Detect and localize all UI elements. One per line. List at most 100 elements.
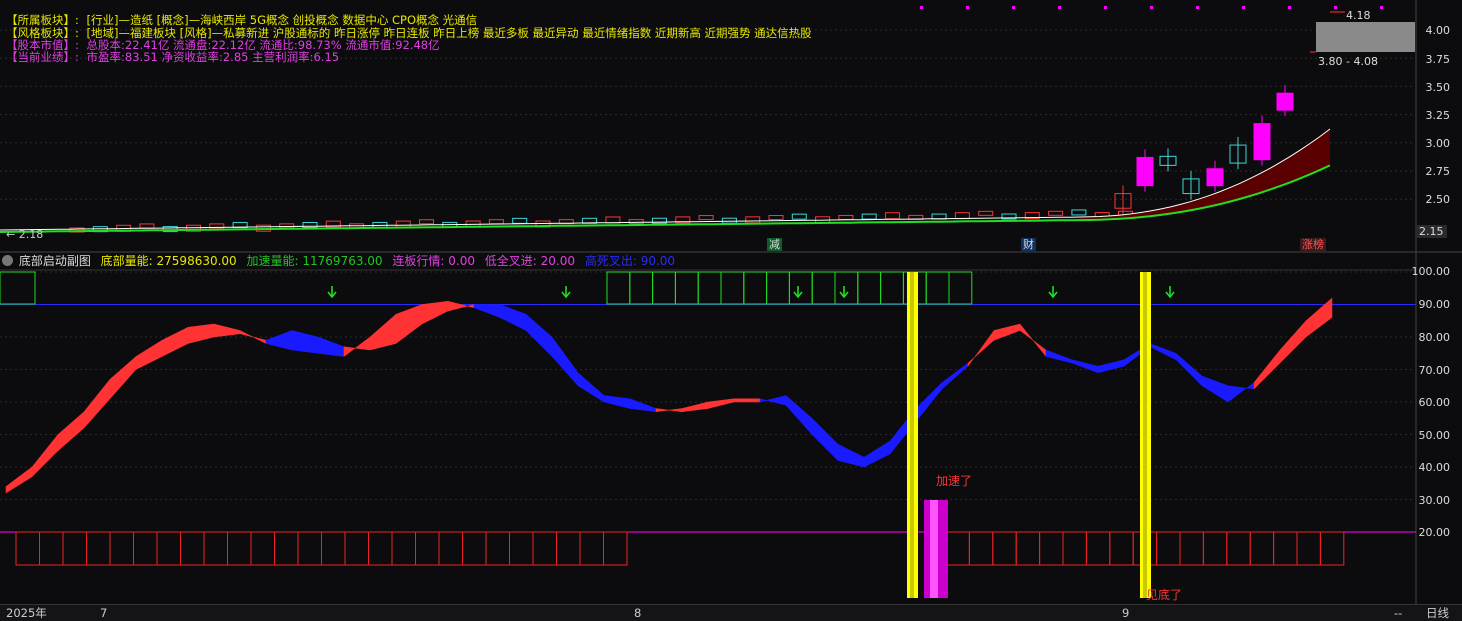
candle	[954, 212, 970, 220]
green-box	[606, 271, 631, 305]
candle	[628, 219, 644, 225]
red-box	[1085, 531, 1111, 566]
ribbon-segment	[1149, 343, 1177, 361]
signal-dot	[1104, 6, 1107, 9]
down-arrow-icon	[839, 286, 849, 299]
green-box	[697, 271, 722, 305]
signal-dot	[1058, 6, 1061, 9]
ribbon-segment	[967, 329, 995, 368]
ribbon-segment	[551, 336, 579, 387]
ribbon-segment	[681, 401, 709, 413]
ribbon-segment	[1305, 297, 1333, 338]
green-box	[880, 271, 904, 305]
legend-item: 高死叉出: 90.00	[584, 254, 676, 268]
accelerate-bar-highlight	[930, 500, 938, 598]
green-box	[766, 271, 790, 305]
candle	[488, 219, 504, 225]
red-box	[968, 531, 994, 566]
stock-chart[interactable]	[0, 0, 1462, 620]
ribbon-segment	[785, 394, 813, 436]
green-box	[834, 271, 859, 305]
accelerate-annotation: 加速了	[936, 474, 973, 488]
candle	[1071, 209, 1087, 216]
red-box	[438, 531, 463, 566]
ribbon-segment	[473, 304, 501, 318]
signal-dot	[1012, 6, 1015, 9]
ribbon-segment	[811, 417, 839, 462]
main-axis-tick: 3.50	[1425, 81, 1451, 94]
green-box	[674, 271, 699, 305]
ribbon-segment	[31, 433, 59, 478]
sub-chart-title: 底部启动副图	[18, 254, 91, 268]
green-box	[788, 271, 813, 305]
red-box	[485, 531, 510, 566]
red-box	[250, 531, 275, 566]
candle	[698, 215, 714, 221]
ribbon-segment	[525, 313, 553, 358]
ribbon-segment	[707, 398, 735, 409]
ribbon-segment	[603, 395, 631, 409]
ribbon-segment	[499, 304, 527, 331]
ribbon-segment	[5, 466, 33, 494]
green-box	[857, 271, 882, 305]
ribbon-segment	[369, 313, 397, 351]
green-box	[925, 271, 950, 305]
red-box	[1062, 531, 1087, 566]
ribbon-segment	[577, 372, 605, 403]
period-selector[interactable]: 日线	[1426, 605, 1449, 621]
ribbon-segment	[109, 355, 137, 400]
candle	[395, 220, 411, 228]
candle	[1253, 123, 1271, 161]
red-box	[391, 531, 416, 566]
red-box	[462, 531, 487, 566]
candle	[1206, 168, 1224, 187]
red-box	[62, 531, 87, 566]
sub-axis-tick: 30.00	[1418, 494, 1451, 507]
red-box	[297, 531, 322, 566]
signal-dot	[920, 6, 923, 9]
ribbon-segment	[213, 323, 241, 338]
candle	[1048, 210, 1064, 216]
ribbon-segment	[1201, 375, 1229, 403]
ribbon-segment	[629, 398, 657, 413]
ribbon-segment	[317, 336, 345, 357]
signal-bar-shade	[1143, 272, 1147, 598]
ribbon-segment	[837, 443, 865, 468]
red-box	[509, 531, 534, 566]
more-button[interactable]: --	[1394, 605, 1402, 621]
signal-dot	[966, 6, 969, 9]
month-label: 9	[1122, 606, 1130, 620]
low-price-value: 2.18	[18, 228, 44, 241]
red-box	[1296, 531, 1321, 566]
sub-axis-tick: 80.00	[1418, 331, 1451, 344]
red-box	[1109, 531, 1134, 566]
signal-bar-shade	[910, 272, 914, 598]
red-box	[556, 531, 581, 566]
signal-dot	[1334, 6, 1337, 9]
sector-key: 【所属板块】:	[6, 13, 79, 27]
red-box	[579, 531, 604, 566]
red-box	[1179, 531, 1204, 566]
legend-item: 连板行情: 0.00	[392, 254, 475, 268]
red-box	[1039, 531, 1064, 566]
ribbon-segment	[57, 411, 85, 452]
candle	[1136, 156, 1154, 187]
collapse-icon[interactable]	[2, 255, 13, 266]
red-box	[15, 531, 40, 566]
ribbon-segment	[1071, 359, 1099, 374]
ribbon-segment	[135, 339, 163, 370]
finance-badge[interactable]: 财	[1021, 238, 1036, 251]
ribbon-segment	[915, 381, 943, 423]
price-range-box	[1316, 22, 1415, 52]
limit-up-list-badge[interactable]: 涨榜	[1300, 238, 1326, 251]
reduce-badge[interactable]: 减	[767, 238, 782, 251]
red-box	[1226, 531, 1251, 566]
signal-dot	[1288, 6, 1291, 9]
sub-axis-tick: 20.00	[1418, 526, 1451, 539]
red-box	[532, 531, 557, 566]
candle	[978, 210, 994, 216]
green-box	[743, 271, 768, 305]
main-axis-tick: 3.00	[1425, 137, 1451, 150]
ribbon-segment	[1227, 382, 1255, 403]
range-price-label: 3.80 - 4.08	[1318, 55, 1378, 68]
